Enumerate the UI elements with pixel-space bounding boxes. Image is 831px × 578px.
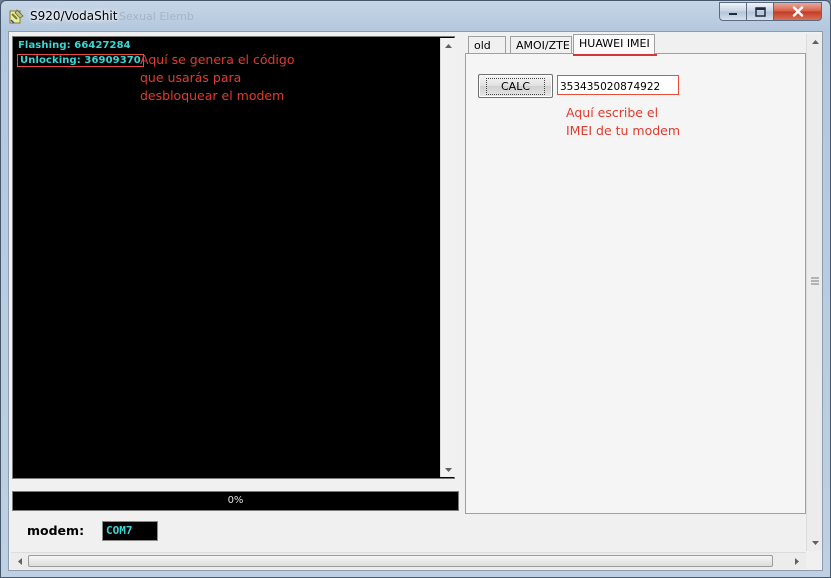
- flashing-code: Flashing: 66427284: [18, 40, 131, 51]
- scroll-down-button[interactable]: [441, 462, 456, 477]
- maximize-button[interactable]: [746, 2, 774, 21]
- tab-old[interactable]: old: [468, 36, 506, 54]
- console-annotation: Aquí se genera el código que usarás para…: [140, 52, 295, 103]
- arrow-up-icon: [445, 43, 452, 48]
- window-title: S920/VodaShit: [30, 9, 118, 23]
- tool-icon: [9, 9, 24, 24]
- console-scrollbar[interactable]: [440, 38, 455, 477]
- progress-bar: 0%: [12, 491, 459, 511]
- modem-port-field[interactable]: COM7: [102, 521, 158, 541]
- window-scroll-down-button[interactable]: [808, 535, 823, 550]
- arrow-left-icon: [17, 558, 22, 565]
- app-window: S920/VodaShit Sexual Elemb Flashing: 664…: [0, 0, 831, 578]
- scroll-left-button[interactable]: [12, 554, 27, 569]
- progress-label: 0%: [227, 495, 244, 506]
- title-bar[interactable]: S920/VodaShit Sexual Elemb: [1, 1, 830, 31]
- scroll-up-button[interactable]: [441, 38, 456, 53]
- scroll-right-button[interactable]: [789, 554, 804, 569]
- window-scroll-up-button[interactable]: [808, 34, 823, 49]
- close-icon: [792, 6, 803, 17]
- close-button[interactable]: [773, 2, 822, 21]
- client-area: Flashing: 66427284 Unlocking: 36909370 A…: [8, 31, 823, 571]
- minimize-button[interactable]: [719, 2, 747, 21]
- tab-amoi-zte[interactable]: AMOI/ZTE: [510, 36, 572, 54]
- imei-annotation: Aquí escribe el IMEI de tu modem: [566, 105, 681, 138]
- modem-label: modem:: [27, 523, 85, 538]
- imei-input[interactable]: [557, 75, 679, 95]
- tab-huawei-imei[interactable]: HUAWEI IMEI: [573, 34, 655, 55]
- window-vertical-scrollbar[interactable]: [806, 34, 822, 551]
- unlocking-code: Unlocking: 36909370: [17, 54, 144, 67]
- minimize-icon: [729, 12, 737, 15]
- calc-button-label: CALC: [485, 77, 545, 95]
- window-horizontal-scrollbar[interactable]: [11, 552, 806, 569]
- huawei-imei-panel: CALC Aquí escribe el IMEI de tu modem: [465, 53, 806, 514]
- maximize-icon: [754, 6, 766, 17]
- horizontal-scroll-thumb[interactable]: [28, 555, 773, 567]
- arrow-down-icon: [445, 467, 452, 472]
- calc-button[interactable]: CALC: [478, 74, 553, 98]
- active-tab-highlight: [573, 54, 657, 56]
- grip-icon: [811, 277, 819, 285]
- window-title-ghost: Sexual Elemb: [119, 10, 194, 23]
- tab-strip: old AMOI/ZTE HUAWEI IMEI: [465, 34, 805, 56]
- arrow-down-icon: [812, 540, 819, 545]
- arrow-up-icon: [812, 39, 819, 44]
- arrow-right-icon: [794, 558, 799, 565]
- output-console[interactable]: Flashing: 66427284 Unlocking: 36909370 A…: [12, 36, 455, 479]
